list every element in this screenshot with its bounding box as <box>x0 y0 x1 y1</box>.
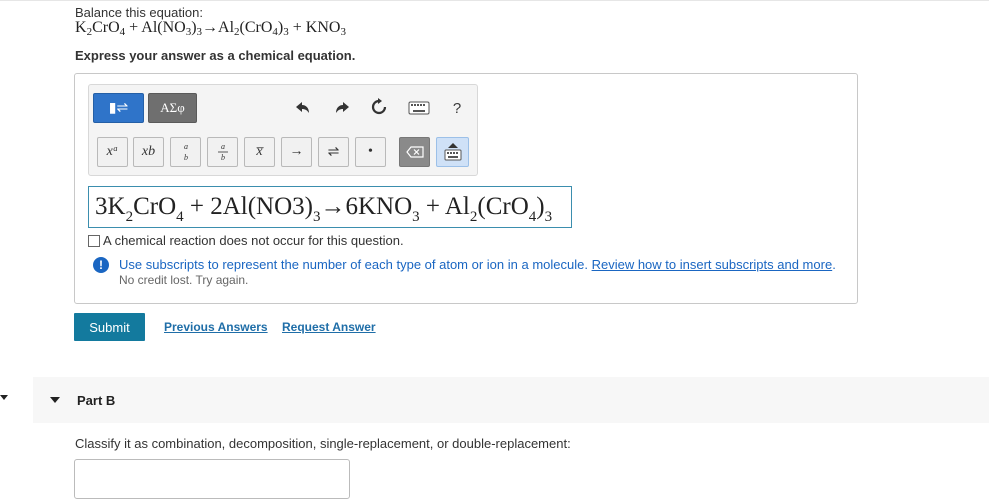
subscript-button[interactable]: xb <box>133 137 164 167</box>
formula-text: 3K <box>95 193 126 220</box>
part-b-expand-icon[interactable] <box>50 397 60 403</box>
svg-text:b: b <box>221 153 225 162</box>
formula-text: ) <box>536 193 545 220</box>
submit-button[interactable]: Submit <box>74 313 145 341</box>
equilibrium-arrow-button[interactable]: ⇌ <box>318 137 349 167</box>
superscript-button[interactable]: xᵃ <box>97 137 128 167</box>
formula-text: + 2Al(NO3) <box>183 193 313 220</box>
overbar-button[interactable]: x̅ <box>244 137 275 167</box>
backspace-button[interactable] <box>399 137 430 167</box>
no-reaction-label: A chemical reaction does not occur for t… <box>103 233 404 248</box>
backspace-icon <box>405 146 424 158</box>
subscripts-help-link[interactable]: Review how to insert subscripts and more <box>592 257 833 272</box>
fraction-bar-icon: ab <box>217 142 228 162</box>
dot-button[interactable]: • <box>355 137 386 167</box>
part-b-prompt: Classify it as combination, decompositio… <box>75 436 571 451</box>
svg-text:a: a <box>184 142 188 151</box>
part-b-label: Part B <box>77 393 116 408</box>
formula-text: CrO <box>133 193 177 220</box>
formula-text: CrO <box>92 19 120 36</box>
feedback-end: . <box>832 257 836 272</box>
fraction-bar-button[interactable]: ab <box>207 137 238 167</box>
templates-button[interactable]: ▮⇌ <box>93 93 144 123</box>
formula-text: →6KNO <box>320 193 413 220</box>
svg-text:b: b <box>184 153 188 162</box>
math-editor-toolbar: ▮⇌ ΑΣφ ? xᵃ xb ab ab x̅ → ⇌ • <box>88 84 478 176</box>
subscript-text: 3 <box>544 209 553 225</box>
template-icon: ▮⇌ <box>108 100 129 116</box>
svg-text:a: a <box>221 142 225 151</box>
previous-answers-link[interactable]: Previous Answers <box>164 320 268 334</box>
subscript-text: 2 <box>125 209 134 225</box>
fraction-icon: ab <box>184 142 188 162</box>
outer-collapse-icon[interactable] <box>0 395 8 400</box>
request-answer-link[interactable]: Request Answer <box>282 320 376 334</box>
subscript-text: 3 <box>340 26 346 38</box>
reaction-arrow-button[interactable]: → <box>281 137 312 167</box>
subscript-text: 4 <box>176 209 184 225</box>
greek-symbols-button[interactable]: ΑΣφ <box>148 93 197 123</box>
no-reaction-option[interactable]: A chemical reaction does not occur for t… <box>88 233 404 248</box>
part-b-choices[interactable] <box>74 459 350 499</box>
toggle-keyboard-button[interactable] <box>436 137 469 167</box>
top-divider <box>0 0 989 1</box>
formula-text: + KNO <box>288 19 341 36</box>
answer-instruction: Express your answer as a chemical equati… <box>75 48 356 63</box>
answer-input[interactable]: 3K2CrO4 + 2Al(NO3)3→6KNO3 + Al2(CrO4)3 <box>88 186 572 228</box>
keyboard-icon[interactable] <box>406 97 432 119</box>
reset-icon[interactable] <box>368 96 390 118</box>
part-b-header[interactable] <box>33 377 989 423</box>
redo-icon[interactable] <box>331 97 353 119</box>
keyboard-toggle-icon <box>444 143 461 161</box>
question-prompt: Balance this equation: <box>75 5 203 20</box>
formula-text: (CrO <box>477 193 529 220</box>
info-alert-icon: ! <box>93 257 109 273</box>
feedback-subtext: No credit lost. Try again. <box>119 273 249 287</box>
formula-text: K <box>75 19 87 36</box>
feedback-text: Use subscripts to represent the number o… <box>119 257 592 272</box>
undo-icon[interactable] <box>292 97 314 119</box>
formula-text: + Al <box>419 193 470 220</box>
unbalanced-equation: K2CrO4 + Al(NO3)3→Al2(CrO4)3 + KNO3 <box>75 19 346 38</box>
feedback-message: Use subscripts to represent the number o… <box>119 257 836 272</box>
help-icon[interactable]: ? <box>446 97 468 119</box>
subscript-text: 3 <box>412 209 420 225</box>
no-reaction-checkbox[interactable] <box>88 234 100 247</box>
formula-text: (CrO <box>239 19 273 36</box>
fraction-button[interactable]: ab <box>170 137 201 167</box>
formula-text: + Al(NO <box>125 19 186 36</box>
formula-text: →Al <box>202 19 235 36</box>
